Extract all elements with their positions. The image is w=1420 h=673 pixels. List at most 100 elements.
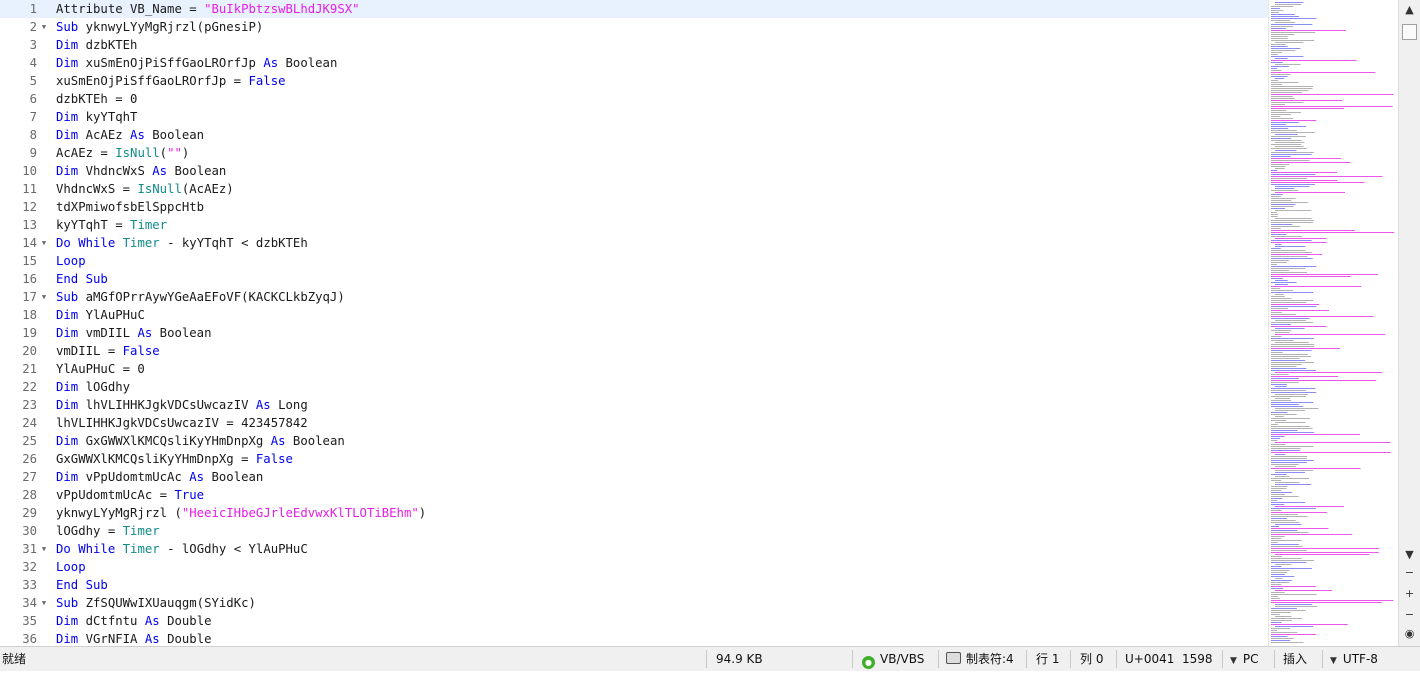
code-line[interactable]: 23 Dim lhVLIHHKJgkVDCsUwcazIV As Long [0, 396, 1268, 414]
code-line[interactable]: 11 VhdncWxS = IsNull(AcAEz) [0, 180, 1268, 198]
minimap-line [1271, 520, 1296, 521]
minimap-line [1275, 386, 1287, 387]
minimap-line [1271, 424, 1278, 425]
code-line[interactable]: 25 Dim GxGWWXlKMCQsliKyYHmDnpXg As Boolea… [0, 432, 1268, 450]
fold-toggle-icon[interactable]: ▼ [38, 288, 50, 306]
chevron-up-icon[interactable]: ▲ [1399, 3, 1420, 17]
code-line[interactable]: 32 Loop [0, 558, 1268, 576]
line-number: 36 [22, 632, 37, 646]
code-line[interactable]: 19 Dim vmDIIL As Boolean [0, 324, 1268, 342]
code-line[interactable]: 22 Dim lOGdhy [0, 378, 1268, 396]
minimap-line [1271, 490, 1282, 491]
minimap-line [1271, 358, 1300, 359]
code-line[interactable]: 20 vmDIIL = False [0, 342, 1268, 360]
target-icon[interactable]: ◉ [1399, 627, 1420, 641]
code-line[interactable]: 21 YlAuPHuC = 0 [0, 360, 1268, 378]
minimap-line [1271, 492, 1293, 493]
chevron-down-icon[interactable]: ▼ [1399, 548, 1420, 562]
code-line[interactable]: 15 Loop [0, 252, 1268, 270]
code-line[interactable]: 7 Dim kyYTqhT [0, 108, 1268, 126]
code-line[interactable]: 14 ▼ Do While Timer - kyYTqhT < dzbKTEh [0, 234, 1268, 252]
minimap-line [1271, 434, 1361, 435]
keyword-token: Dim [56, 632, 79, 646]
code-line[interactable]: 9 AcAEz = IsNull("") [0, 144, 1268, 162]
line-number: 26 [22, 452, 37, 466]
vertical-scrollbar[interactable]: ▲ ▼ − + − ◉ [1398, 0, 1420, 646]
minimap-line [1271, 136, 1306, 137]
code-text: Dim AcAEz As Boolean [56, 126, 204, 144]
code-line[interactable]: 27 Dim vPpUdomtmUcAc As Boolean [0, 468, 1268, 486]
line-number: 8 [29, 128, 37, 142]
status-unicode: U+0041 [1125, 652, 1175, 666]
line-number: 25 [22, 434, 37, 448]
minus-icon[interactable]: − [1399, 608, 1420, 622]
line-number: 24 [22, 416, 37, 430]
keyword-token: Do While [56, 542, 116, 556]
code-line[interactable]: 33 End Sub [0, 576, 1268, 594]
code-line[interactable]: 29 yknwyLYyMgRjrzl ("HeeicIHbeGJrleEdvwxK… [0, 504, 1268, 522]
status-encoding[interactable]: ▼ UTF-8 [1330, 647, 1378, 671]
code-line[interactable]: 35 Dim dCtfntu As Double [0, 612, 1268, 630]
minimap-line [1271, 274, 1378, 275]
minimap[interactable] [1268, 0, 1399, 646]
minimap-line [1271, 516, 1308, 517]
fold-toggle-icon[interactable]: ▼ [38, 540, 50, 558]
scrollbar-thumb[interactable] [1402, 24, 1417, 40]
minimap-line [1271, 132, 1315, 133]
code-line[interactable]: 3 Dim dzbKTEh [0, 36, 1268, 54]
minimap-line [1271, 26, 1294, 27]
minimap-line [1271, 400, 1292, 401]
language-icon: ● [862, 656, 875, 669]
text-token: - kyYTqhT < dzbKTEh [159, 236, 308, 250]
code-text: Dim GxGWWXlKMCQsliKyYHmDnpXg As Boolean [56, 432, 345, 450]
minimap-line [1271, 498, 1283, 499]
code-line[interactable]: 2 ▼ Sub yknwyLYyMgRjrzl(pGnesiP) [0, 18, 1268, 36]
code-line[interactable]: 16 End Sub [0, 270, 1268, 288]
status-tab-size[interactable]: 制表符:4 [946, 647, 1014, 671]
minimap-line [1271, 102, 1304, 103]
status-line-ending[interactable]: ▼ PC [1230, 647, 1259, 671]
code-line[interactable]: 30 lOGdhy = Timer [0, 522, 1268, 540]
status-insert-mode[interactable]: 插入 [1283, 647, 1307, 671]
code-text: YlAuPHuC = 0 [56, 360, 145, 378]
code-line[interactable]: 34 ▼ Sub ZfSQUWwIXUauqgm(SYidKc) [0, 594, 1268, 612]
code-text: xuSmEnOjPiSffGaoLROrfJp = False [56, 72, 286, 90]
code-line[interactable]: 24 lhVLIHHKJgkVDCsUwcazIV = 423457842 [0, 414, 1268, 432]
minimap-line [1271, 428, 1313, 429]
code-line[interactable]: 8 Dim AcAEz As Boolean [0, 126, 1268, 144]
fold-toggle-icon[interactable]: ▼ [38, 234, 50, 252]
plus-icon[interactable]: + [1399, 587, 1420, 601]
code-line[interactable]: 1 Attribute VB_Name = "BuIkPbtzswBLhdJK9S… [0, 0, 1268, 18]
minimap-line [1271, 230, 1356, 231]
minimap-line [1271, 92, 1303, 93]
function-token: IsNull [137, 182, 182, 196]
divider [938, 650, 939, 668]
minimap-line [1271, 234, 1287, 235]
fold-toggle-icon[interactable]: ▼ [38, 594, 50, 612]
minimap-line [1271, 548, 1380, 549]
minimap-line [1271, 164, 1290, 165]
minimap-line [1271, 528, 1329, 529]
minimap-line [1271, 264, 1278, 265]
minus-icon[interactable]: − [1399, 566, 1420, 580]
code-line[interactable]: 4 Dim xuSmEnOjPiSffGaoLROrfJp As Boolean [0, 54, 1268, 72]
line-number: 23 [22, 398, 37, 412]
code-line[interactable]: 6 dzbKTEh = 0 [0, 90, 1268, 108]
code-line[interactable]: 10 Dim VhdncWxS As Boolean [0, 162, 1268, 180]
code-editor[interactable]: 1 Attribute VB_Name = "BuIkPbtzswBLhdJK9S… [0, 0, 1268, 646]
minimap-line [1271, 468, 1361, 469]
code-line[interactable]: 12 tdXPmiwofsbElSppcHtb [0, 198, 1268, 216]
code-line[interactable]: 36 Dim VGrNFIA As Double [0, 630, 1268, 646]
minimap-line [1275, 64, 1301, 65]
code-line[interactable]: 26 GxGWWXlKMCQsliKyYHmDnpXg = False [0, 450, 1268, 468]
code-line[interactable]: 18 Dim YlAuPHuC [0, 306, 1268, 324]
fold-toggle-icon[interactable]: ▼ [38, 18, 50, 36]
status-language[interactable]: ● VB/VBS [862, 647, 924, 671]
code-line[interactable]: 13 kyYTqhT = Timer [0, 216, 1268, 234]
code-line[interactable]: 17 ▼ Sub aMGfOPrrAywYGeAaEFoVF(KACKCLkbZyq… [0, 288, 1268, 306]
code-line[interactable]: 28 vPpUdomtmUcAc = True [0, 486, 1268, 504]
minimap-line [1275, 454, 1286, 455]
minimap-line [1271, 458, 1307, 459]
code-line[interactable]: 5 xuSmEnOjPiSffGaoLROrfJp = False [0, 72, 1268, 90]
code-line[interactable]: 31 ▼ Do While Timer - lOGdhy < YlAuPHuC [0, 540, 1268, 558]
